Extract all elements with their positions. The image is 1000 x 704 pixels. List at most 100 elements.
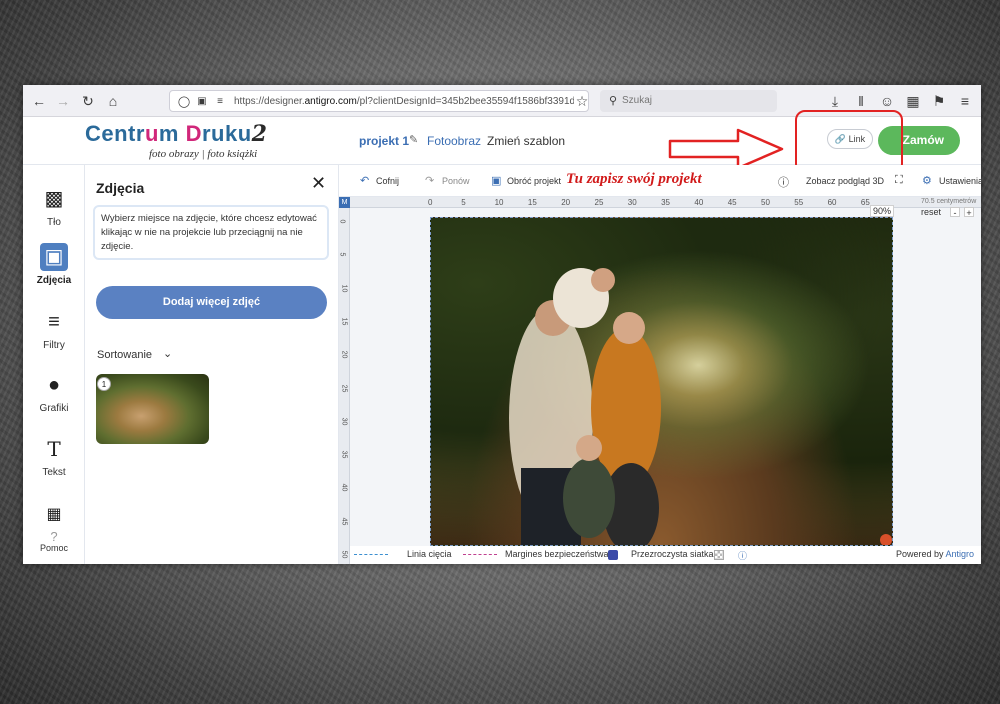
zoom-in-button[interactable]: + xyxy=(964,207,974,218)
preview-3d-button[interactable]: Zobacz podgląd 3D xyxy=(806,176,884,186)
rotate-project-button[interactable]: Obróć projekt xyxy=(507,176,561,186)
ruler-left-label: 50 xyxy=(340,550,348,559)
photo-thumbnail[interactable] xyxy=(96,374,209,444)
project-name[interactable]: projekt 1 xyxy=(359,134,409,148)
ruler-left-label: 45 xyxy=(340,517,348,526)
forward-icon[interactable]: → xyxy=(55,93,71,109)
editor-bottom-bar: Linia cięcia Margines bezpieczeństwa Prz… xyxy=(350,546,981,564)
ruler-top-label: 65 xyxy=(860,198,870,207)
zoom-level: 90% xyxy=(870,205,895,217)
ruler-top-label: 60 xyxy=(827,198,837,207)
panel-title: Zdjęcia xyxy=(96,180,145,196)
tool-graphics[interactable]: ● Grafiki xyxy=(23,371,85,431)
ruler-left-label: 15 xyxy=(340,317,348,326)
ruler-top-label: 10 xyxy=(494,198,504,207)
sliders-icon: ≡ xyxy=(48,311,60,333)
ruler-top-label: 30 xyxy=(627,198,637,207)
safety-margin-checkbox[interactable] xyxy=(608,550,618,560)
download-icon[interactable]: ⤓ xyxy=(827,93,843,109)
gear-icon[interactable]: ⚙ xyxy=(922,174,932,187)
undo-icon[interactable]: ↶ xyxy=(360,174,369,187)
reload-icon[interactable]: ↻ xyxy=(80,93,96,109)
cut-line-label: Linia cięcia xyxy=(407,549,452,559)
logo[interactable]: Centrum Druku2 foto obrazy | foto książk… xyxy=(85,121,275,163)
tool-photos[interactable]: ▣ Zdjęcia xyxy=(23,243,85,303)
ruler-corner[interactable]: M xyxy=(339,197,350,208)
cut-line-swatch xyxy=(354,554,388,555)
annotation-note: Tu zapisz swój projekt xyxy=(566,171,702,187)
extensions-icon[interactable]: ⚑ xyxy=(931,93,947,109)
chevron-down-icon[interactable]: ⌄ xyxy=(163,347,172,360)
redo-icon[interactable]: ↷ xyxy=(425,174,434,187)
ruler-left-label: 20 xyxy=(340,350,348,359)
bookmark-star-icon[interactable]: ☆ xyxy=(574,93,590,109)
ruler-left-label: 0 xyxy=(338,219,346,224)
account-icon[interactable]: ☺ xyxy=(879,93,895,109)
photo-usage-badge: 1 xyxy=(97,377,111,391)
background-icon: ▩ xyxy=(44,188,64,210)
ruler-left-label: 30 xyxy=(340,417,348,426)
fullscreen-icon[interactable]: ⛶ xyxy=(895,174,903,187)
ruler-top-label: 25 xyxy=(594,198,604,207)
grid-help-icon[interactable]: ⓘ xyxy=(738,549,747,562)
safety-margin-swatch xyxy=(463,554,497,555)
browser-search-box[interactable]: ⚲ Szukaj xyxy=(600,90,777,112)
permissions-icon[interactable]: ≡ xyxy=(212,94,228,110)
tool-text[interactable]: T Tekst xyxy=(23,435,85,495)
url-bar[interactable]: ◯ ▣ ≡ https://designer.antigro.com/pl?cl… xyxy=(169,90,589,112)
ruler-top-label: 50 xyxy=(761,198,770,207)
ruler-left-label: 40 xyxy=(340,483,348,492)
family-photo-image xyxy=(509,268,892,545)
image-icon: ▣ xyxy=(40,243,68,271)
library-icon[interactable]: ‖ xyxy=(853,93,869,109)
search-icon: ⚲ xyxy=(608,95,618,107)
ruler-left: 0 5 10 15 20 25 30 35 40 45 50 xyxy=(338,208,350,564)
add-photos-button[interactable]: Dodaj więcej zdjęć xyxy=(96,286,327,319)
edit-pencil-icon[interactable]: ✎ xyxy=(409,133,418,146)
screenshot-frame: ← → ↻ ⌂ ◯ ▣ ≡ https://designer.antigro.c… xyxy=(23,85,981,564)
ruler-top-label: 5 xyxy=(461,198,466,207)
logo-wordmark: Centrum Druku2 xyxy=(85,121,268,147)
ruler-top-label: 40 xyxy=(694,198,704,207)
tool-background[interactable]: ▩ Tło xyxy=(23,185,85,245)
canvas-photo[interactable] xyxy=(430,217,893,546)
tool-help[interactable]: ? Pomoc xyxy=(23,521,85,561)
help-circle-icon[interactable]: ⓘ xyxy=(778,174,789,190)
dimensions-label: 70.5 centymetrów xyxy=(921,198,977,205)
search-placeholder: Szukaj xyxy=(622,95,653,106)
sort-dropdown[interactable]: Sortowanie xyxy=(97,349,152,361)
rotate-icon[interactable]: ▣ xyxy=(491,174,501,187)
container-icon[interactable]: ▦ xyxy=(905,93,921,109)
back-icon[interactable]: ← xyxy=(31,93,47,109)
tool-filters[interactable]: ≡ Filtry xyxy=(23,308,85,368)
redo-button[interactable]: Ponów xyxy=(442,176,470,186)
transparent-grid-checkbox[interactable] xyxy=(714,550,724,560)
logo-subtitle: foto obrazy | foto książki xyxy=(149,148,258,160)
home-icon[interactable]: ⌂ xyxy=(105,93,121,109)
zoom-reset-button[interactable]: reset xyxy=(921,207,941,217)
ruler-left-label: 5 xyxy=(338,252,346,257)
change-template-link[interactable]: Zmień szablon xyxy=(487,134,565,148)
powered-by[interactable]: Powered by Antigro xyxy=(896,549,974,559)
settings-button[interactable]: Ustawienia xyxy=(939,176,981,186)
shield-icon[interactable]: ◯ xyxy=(176,94,192,110)
drop-icon: ● xyxy=(47,374,61,396)
close-icon[interactable]: ✕ xyxy=(311,174,327,192)
ruler-top-label: 20 xyxy=(561,198,571,207)
lock-icon[interactable]: ▣ xyxy=(194,94,210,110)
product-type-link[interactable]: Fotoobraz xyxy=(427,134,481,148)
safety-margin-label: Margines bezpieczeństwa xyxy=(505,549,609,559)
zoom-out-button[interactable]: - xyxy=(950,207,960,218)
editor-toolbar: ↶ Cofnij ↷ Ponów ▣ Obróć projekt Tu zapi… xyxy=(339,165,981,197)
editor-area: ↶ Cofnij ↷ Ponów ▣ Obróć projekt Tu zapi… xyxy=(338,165,981,564)
ruler-top-label: 35 xyxy=(661,198,670,207)
tool-rail: ▩ Tło ▣ Zdjęcia ≡ Filtry ● Grafiki T Tek… xyxy=(23,165,85,564)
ruler-top-label: 55 xyxy=(794,198,804,207)
undo-button[interactable]: Cofnij xyxy=(376,176,399,186)
ruler-top-label: 15 xyxy=(527,198,537,207)
ruler-top-label: 0 xyxy=(428,198,433,207)
ruler-left-label: 10 xyxy=(340,284,348,292)
ruler-left-label: 35 xyxy=(340,450,348,459)
transparent-grid-label: Przezroczysta siatka xyxy=(631,549,714,559)
menu-icon[interactable]: ≡ xyxy=(957,93,973,109)
